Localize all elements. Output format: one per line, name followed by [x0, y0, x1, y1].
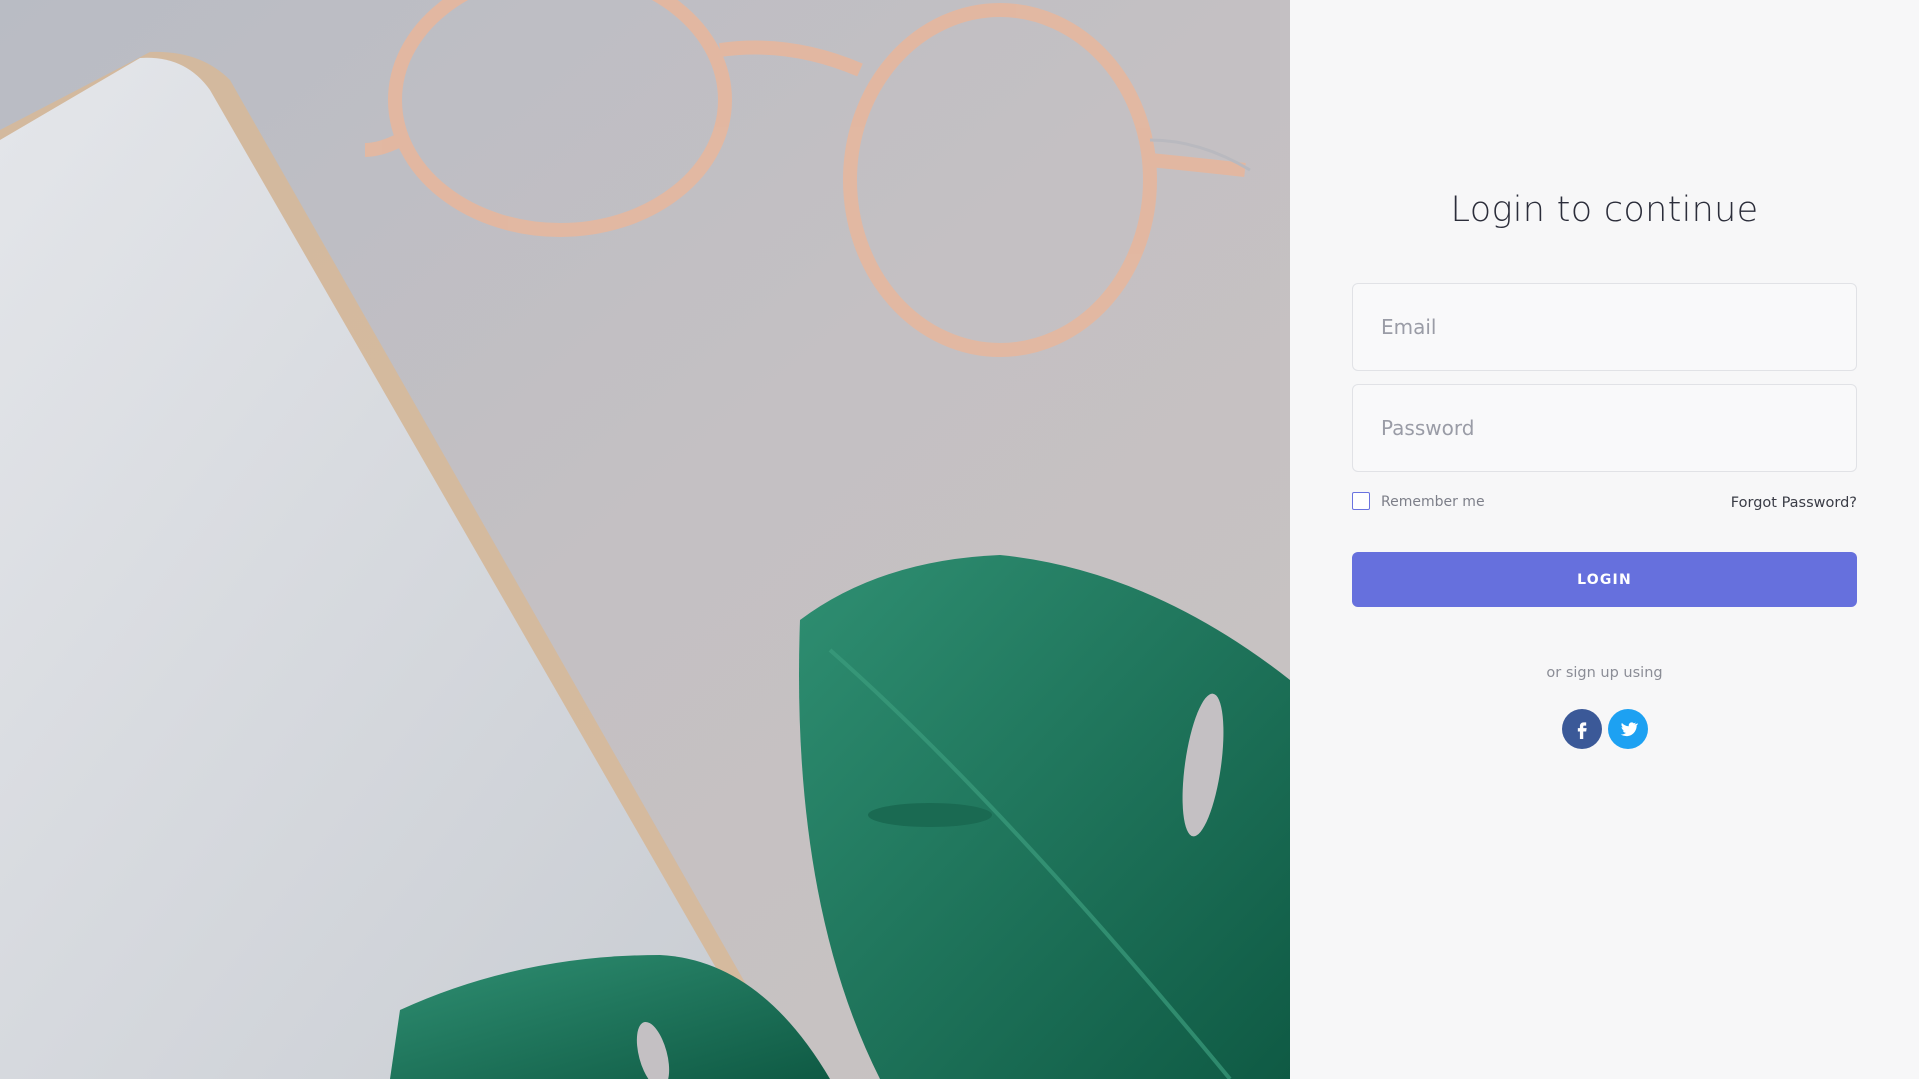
signup-prompt: or sign up using: [1546, 665, 1663, 681]
twitter-login-button[interactable]: [1607, 709, 1648, 749]
facebook-icon: [1577, 722, 1587, 739]
password-field-container: [1352, 384, 1857, 472]
facebook-login-button[interactable]: [1561, 709, 1602, 749]
email-field-container: [1352, 283, 1857, 371]
login-page: Login to continue Remember me Forgot Pas…: [0, 0, 1919, 1079]
hero-illustration: [0, 0, 1290, 1079]
remember-me-label[interactable]: Remember me: [1381, 494, 1485, 510]
remember-me-checkbox[interactable]: [1352, 492, 1370, 510]
hero-image: [0, 0, 1290, 1079]
social-login-group: [1352, 709, 1857, 749]
forgot-password-link[interactable]: Forgot Password?: [1731, 495, 1857, 511]
twitter-icon: [1620, 722, 1638, 737]
login-button[interactable]: LOGIN: [1352, 552, 1857, 607]
login-panel: Login to continue Remember me Forgot Pas…: [1290, 0, 1919, 1079]
password-field[interactable]: [1353, 385, 1856, 471]
email-field[interactable]: [1353, 284, 1856, 370]
page-title: Login to continue: [1450, 190, 1759, 230]
login-options: Remember me Forgot Password?: [1352, 492, 1857, 514]
